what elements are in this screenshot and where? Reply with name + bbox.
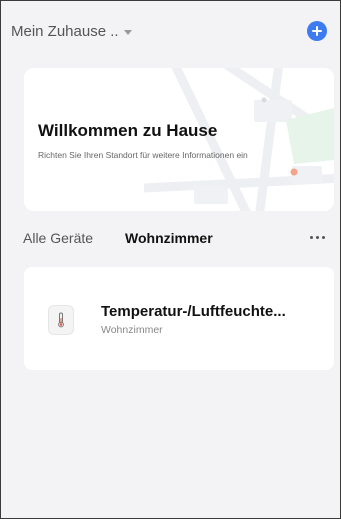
device-card[interactable]: Temperatur-/Luftfeuchte... Wohnzimmer — [24, 267, 334, 370]
plus-icon — [312, 26, 322, 36]
more-horizontal-icon[interactable] — [308, 232, 327, 243]
header: Mein Zuhause .. — [1, 1, 340, 63]
tab-all-devices[interactable]: Alle Geräte — [23, 230, 93, 246]
thermometer-icon — [48, 305, 74, 335]
device-room: Wohnzimmer — [101, 324, 163, 336]
caret-down-icon — [123, 30, 132, 35]
app-screen: Mein Zuhause .. Willkommen zu Hause Rich… — [0, 0, 341, 519]
welcome-title: Willkommen zu Hause — [38, 121, 218, 140]
tab-living-room[interactable]: Wohnzimmer — [125, 230, 213, 246]
welcome-subtitle: Richten Sie Ihren Standort für weitere I… — [38, 150, 248, 160]
add-button[interactable] — [307, 21, 327, 41]
room-tabs: Alle Geräte Wohnzimmer — [1, 227, 340, 251]
home-selector[interactable]: Mein Zuhause .. — [11, 23, 132, 40]
device-name: Temperatur-/Luftfeuchte... — [101, 303, 286, 320]
home-name: Mein Zuhause .. — [11, 23, 119, 40]
welcome-card[interactable]: Willkommen zu Hause Richten Sie Ihren St… — [24, 68, 334, 211]
